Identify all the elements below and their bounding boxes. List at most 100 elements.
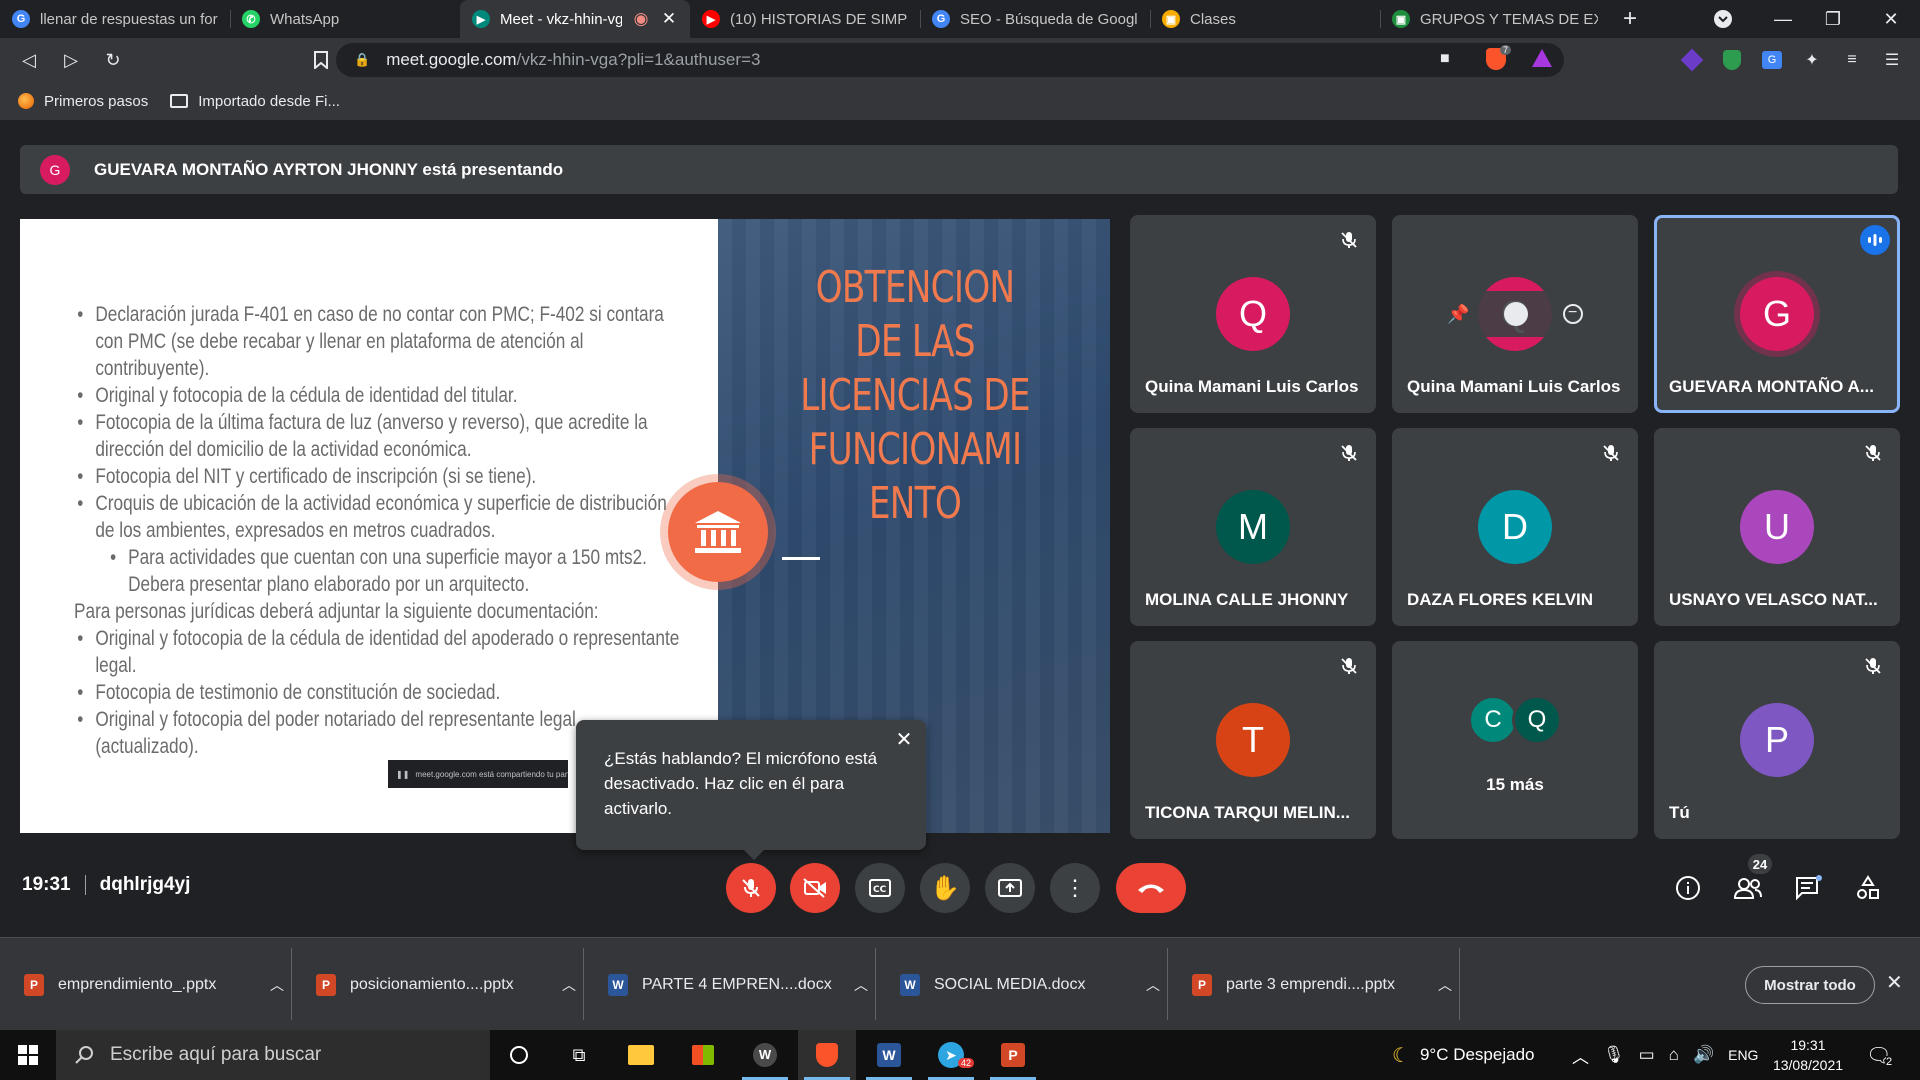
powerpoint-icon[interactable]: P [984,1030,1042,1080]
pin-icon[interactable]: 📌 [1447,304,1469,325]
activities-button[interactable] [1848,868,1888,908]
participant-tile[interactable]: G GUEVARA MONTAÑO A... [1654,215,1900,413]
browser-menu-icon[interactable]: ☰ [1880,48,1904,72]
leave-call-button[interactable] [1116,863,1186,913]
participant-name: Tú [1669,803,1690,822]
chevron-up-icon[interactable]: ︿ [262,975,292,995]
mic-off-icon [1336,227,1362,253]
show-all-downloads-button[interactable]: Mostrar todo [1745,966,1875,1004]
chevron-up-icon[interactable]: ︿ [554,975,584,995]
participant-tile[interactable]: Q Quina Mamani Luis Carlos [1130,215,1376,413]
minimize-icon[interactable]: — [1760,0,1806,38]
browser-tab[interactable]: G SEO - Búsqueda de Google [920,0,1150,38]
chevron-up-icon[interactable]: ︿ [1138,975,1168,995]
battery-icon[interactable]: ▭ [1639,1045,1655,1065]
browser-tab[interactable]: ▶ (10) HISTORIAS DE SIMPS (c [690,0,920,38]
close-window-icon[interactable]: ✕ [1868,0,1914,38]
presenter-avatar: G [40,154,70,185]
clock-time: 19:31 [1790,1037,1826,1053]
download-item[interactable]: W SOCIAL MEDIA.docx ︿ [876,938,1168,1031]
extensions-puzzle-icon[interactable]: ✦ [1800,48,1824,72]
cortana-icon[interactable] [490,1030,548,1080]
captions-button[interactable]: CC [855,863,905,913]
microphone-tray-icon[interactable]: 🎙 [1603,1045,1625,1065]
forward-icon[interactable]: ▷ [54,43,88,77]
participant-tile[interactable]: C Q 15 más [1392,641,1638,839]
word-icon[interactable]: W [860,1030,918,1080]
raise-hand-button[interactable]: ✋ [920,863,970,913]
bookmark-icon[interactable] [304,43,338,77]
brave-rewards-icon[interactable] [1532,49,1552,67]
close-downloads-icon[interactable]: ✕ [1886,970,1903,995]
meeting-details-button[interactable] [1668,868,1708,908]
start-button[interactable] [0,1030,56,1080]
maximize-icon[interactable]: ❐ [1810,0,1856,38]
participant-name: Quina Mamani Luis Carlos [1407,377,1621,396]
browser-tab[interactable]: ▣ GRUPOS Y TEMAS DE EXPO [1380,0,1610,38]
bookmark-folder-importado[interactable]: Importado desde Fi... [170,93,340,110]
chat-button[interactable] [1788,868,1828,908]
mute-participant-icon[interactable] [1504,302,1529,326]
more-options-button[interactable]: ⋮ [1050,863,1100,913]
more-participants-label: 15 más [1486,775,1544,794]
participant-tile[interactable]: M MOLINA CALLE JHONNY [1130,428,1376,626]
chevron-up-icon[interactable]: ︿ [1572,1043,1589,1068]
present-icon [998,879,1022,897]
participant-tile[interactable]: T TICONA TARQUI MELIN... [1130,641,1376,839]
download-item[interactable]: Pposicionamiento....pptx ︿ [292,938,584,1031]
reload-icon[interactable]: ↻ [96,43,130,77]
media-queue-icon[interactable]: ≡ [1840,48,1864,72]
download-item[interactable]: Pparte 3 emprendi....pptx ︿ [1168,938,1460,1031]
close-tab-icon[interactable]: ✕ [660,9,678,29]
language-indicator[interactable]: ENG [1728,1047,1758,1063]
download-item[interactable]: W PARTE 4 EMPREN....docx ︿ [584,938,876,1031]
camera-toggle-button[interactable] [790,863,840,913]
bookmark-primeros-pasos[interactable]: Primeros pasos [18,93,148,110]
download-filename: posicionamiento....pptx [350,975,514,993]
extension-shield-icon[interactable] [1720,48,1744,72]
new-tab-icon[interactable]: + [1610,0,1650,38]
meeting-time: 19:31 [22,874,71,895]
present-screen-button[interactable] [985,863,1035,913]
telegram-icon[interactable]: ➤ 42 [922,1030,980,1080]
participant-tile[interactable]: QQuina Mamani Luis Carlos📌− [1392,215,1638,413]
firefox-icon [18,93,34,109]
taskbar-search[interactable]: Escribe aquí para buscar [56,1030,490,1080]
translate-extension-icon[interactable]: G [1760,48,1784,72]
network-icon[interactable]: ⌂ [1669,1045,1679,1065]
browser-tab[interactable]: ✆ WhatsApp [230,0,460,38]
divider [84,875,86,895]
browser-tab[interactable]: ▶ Meet - vkz-hhin-vga ◉ ✕ [460,0,690,38]
tooltip-text: ¿Estás hablando? El micrófono está desac… [604,749,878,818]
participants-button[interactable] [1728,868,1768,908]
participant-tile[interactable]: D DAZA FLORES KELVIN [1392,428,1638,626]
tab-search-icon[interactable] [1700,0,1746,38]
extension-crystal-icon[interactable] [1680,48,1704,72]
people-icon [1733,878,1762,899]
participant-tile[interactable]: U USNAYO VELASCO NAT... [1654,428,1900,626]
browser-tab[interactable]: ▣ Clases [1150,0,1380,38]
chevron-up-icon[interactable]: ︿ [1430,975,1460,995]
file-explorer-icon[interactable] [612,1030,670,1080]
camera-blocked-icon[interactable]: ■ [1440,50,1450,68]
remove-icon[interactable]: − [1562,304,1583,324]
address-bar[interactable]: 🔒 meet.google.com/vkz-hhin-vga?pli=1&aut… [336,43,1564,77]
microphone-toggle-button[interactable] [726,863,776,913]
wamp-server-icon[interactable]: W [736,1030,794,1080]
microsoft-store-icon[interactable] [674,1030,732,1080]
volume-icon[interactable]: 🔊 [1693,1045,1714,1065]
task-view-icon[interactable]: ⧉ [550,1030,608,1080]
chevron-up-icon[interactable]: ︿ [846,975,876,995]
close-icon[interactable]: ✕ [892,728,916,753]
brave-browser-icon[interactable] [798,1030,856,1080]
notifications-button[interactable]: 🗨 2 [1866,1030,1893,1080]
avatar: M [1216,490,1290,564]
download-item[interactable]: Pemprendimiento_.pptx ︿ [0,938,292,1031]
tab-title: SEO - Búsqueda de Google [960,10,1138,28]
weather-widget[interactable]: ☾ 9°C Despejado [1392,1030,1534,1080]
browser-tab[interactable]: Gllenar de respuestas un form [0,0,230,38]
participant-tile[interactable]: P Tú [1654,641,1900,839]
taskbar-clock[interactable]: 19:31 13/08/2021 [1768,1035,1848,1075]
back-icon[interactable]: ◁ [12,43,46,77]
classroom-icon: ▣ [1162,10,1180,28]
